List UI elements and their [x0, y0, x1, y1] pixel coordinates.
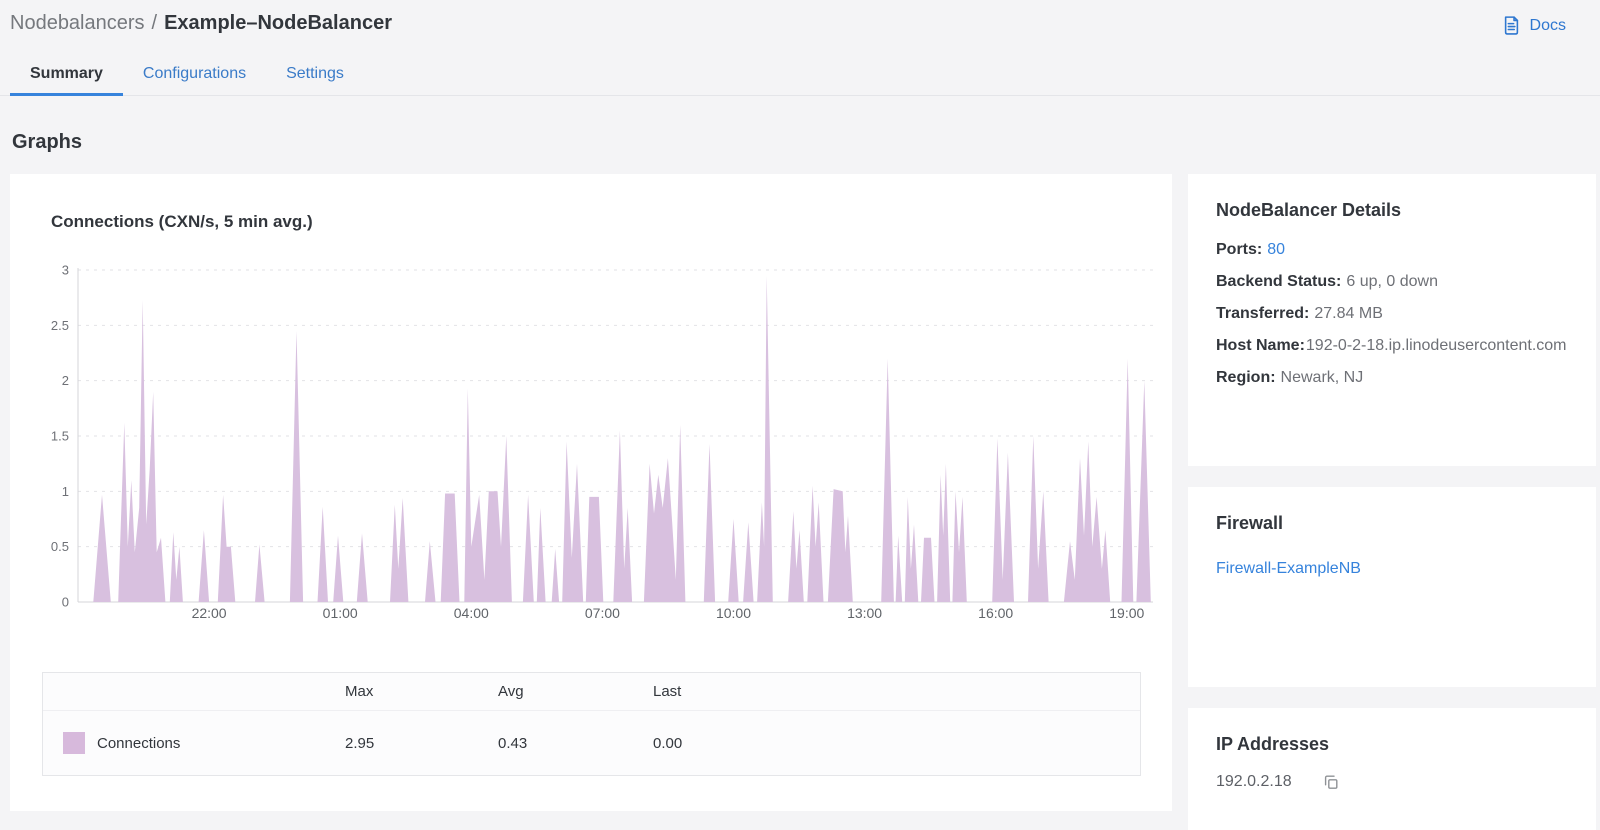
ip-address-row: 192.0.2.18: [1216, 773, 1568, 791]
detail-row-host-name: Host Name:192-0-2-18.ip.linodeuserconten…: [1216, 337, 1567, 354]
port-80-link[interactable]: 80: [1267, 241, 1285, 258]
svg-text:0: 0: [62, 595, 69, 610]
detail-row-region: Region: Newark, NJ: [1216, 369, 1364, 386]
copy-ip-button[interactable]: [1322, 773, 1340, 791]
tab-configurations[interactable]: Configurations: [123, 52, 266, 96]
content-area: Connections (CXN/s, 5 min avg.) 0 0.5 1 1.5…: [0, 154, 1600, 830]
svg-text:2.5: 2.5: [51, 318, 69, 333]
ip-address-value: 192.0.2.18: [1216, 773, 1292, 790]
chart-title: Connections (CXN/s, 5 min avg.): [51, 212, 313, 231]
transferred-value: 27.84 MB: [1314, 305, 1383, 322]
host-name-value: 192-0-2-18.ip.linodeusercontent.com: [1305, 337, 1567, 354]
connections-area-chart: 0 0.5 1 1.5 2 2.5 3 22:00 01:00 04:00 07:00 10:00 13…: [51, 263, 1153, 621]
details-panel-title: NodeBalancer Details: [1216, 200, 1402, 220]
ip-panel-title: IP Addresses: [1216, 734, 1330, 754]
ip-addresses-panel: IP Addresses 192.0.2.18: [1188, 708, 1596, 830]
detail-row-transferred: Transferred: 27.84 MB: [1216, 305, 1383, 322]
svg-text:13:00: 13:00: [847, 605, 882, 621]
legend-header-avg: Avg: [498, 683, 524, 700]
region-value: Newark, NJ: [1280, 369, 1364, 386]
svg-text:19:00: 19:00: [1109, 605, 1144, 621]
page-section-title: Graphs: [12, 131, 83, 153]
firewall-panel: Firewall Firewall-ExampleNB: [1188, 487, 1596, 687]
legend-value-last: 0.00: [653, 734, 683, 752]
connections-series-swatch: [63, 732, 85, 754]
breadcrumb: Nodebalancers / Example–NodeBalancer: [10, 12, 392, 35]
legend-value-avg: 0.43: [498, 734, 528, 752]
chart-legend-table: Max Avg Last Connections 2.95 0.43 0.00: [42, 672, 1141, 776]
legend-header-last: Last: [653, 683, 682, 700]
svg-text:16:00: 16:00: [978, 605, 1013, 621]
top-bar: Nodebalancers / Example–NodeBalancer Doc…: [0, 0, 1600, 36]
svg-text:01:00: 01:00: [323, 605, 358, 621]
svg-text:3: 3: [62, 263, 69, 278]
svg-text:07:00: 07:00: [585, 605, 620, 621]
legend-row-connections: Connections 2.95 0.43 0.00: [43, 710, 1140, 775]
details-sidebar: NodeBalancer Details Ports: 80 Backend St…: [1188, 174, 1596, 830]
svg-text:22:00: 22:00: [192, 605, 227, 621]
docs-link[interactable]: Docs: [1501, 15, 1566, 36]
docs-icon: [1501, 15, 1522, 36]
svg-text:10:00: 10:00: [716, 605, 751, 621]
svg-text:1: 1: [62, 484, 69, 499]
detail-row-ports: Ports: 80: [1216, 241, 1286, 258]
svg-text:2: 2: [62, 373, 69, 388]
connections-chart-card: Connections (CXN/s, 5 min avg.) 0 0.5 1 1.5…: [10, 174, 1172, 811]
tab-settings[interactable]: Settings: [266, 52, 364, 96]
breadcrumb-nodebalancers-link[interactable]: Nodebalancers: [10, 12, 145, 35]
legend-value-max: 2.95: [345, 734, 375, 752]
backend-status-value: 6 up, 0 down: [1346, 273, 1438, 290]
copy-icon: [1322, 775, 1340, 794]
svg-text:0.5: 0.5: [51, 539, 69, 554]
svg-text:1.5: 1.5: [51, 429, 69, 444]
breadcrumb-current: Example–NodeBalancer: [164, 12, 392, 34]
firewall-panel-title: Firewall: [1216, 513, 1284, 533]
svg-text:04:00: 04:00: [454, 605, 489, 621]
firewall-link[interactable]: Firewall-ExampleNB: [1216, 560, 1361, 578]
breadcrumb-separator: /: [151, 12, 158, 34]
tab-bar: Summary Configurations Settings: [0, 52, 1600, 96]
tab-summary[interactable]: Summary: [10, 52, 123, 96]
legend-header-row: Max Avg Last: [43, 673, 1140, 710]
detail-row-backend-status: Backend Status: 6 up, 0 down: [1216, 273, 1438, 290]
legend-header-max: Max: [345, 683, 374, 700]
docs-label: Docs: [1529, 16, 1566, 34]
legend-series-label: Connections: [97, 734, 181, 752]
nodebalancer-details-panel: NodeBalancer Details Ports: 80 Backend St…: [1188, 174, 1596, 466]
